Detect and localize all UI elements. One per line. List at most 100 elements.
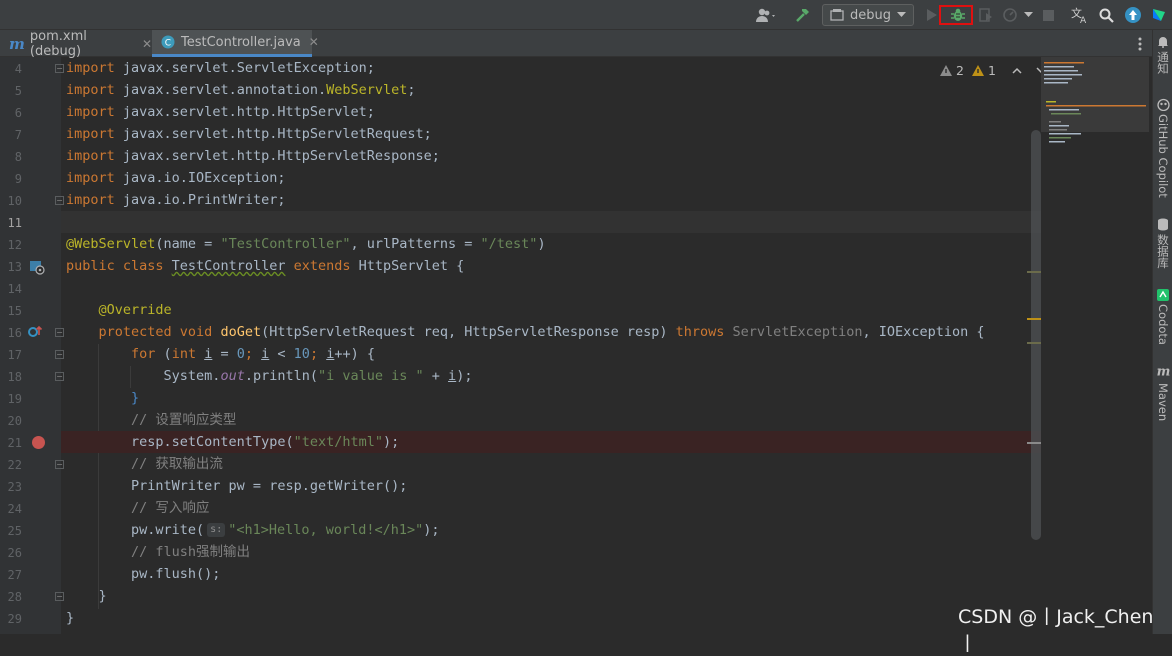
line-number: 13 bbox=[7, 260, 22, 274]
close-icon[interactable]: ✕ bbox=[309, 35, 319, 49]
profile-icon[interactable] bbox=[1000, 0, 1020, 30]
code-line[interactable]: protected void doGet(HttpServletRequest … bbox=[61, 321, 1041, 343]
more-options-icon[interactable] bbox=[1130, 30, 1150, 57]
line-number: 24 bbox=[7, 502, 22, 516]
code-line[interactable]: public class TestController extends Http… bbox=[61, 255, 1041, 277]
code-line[interactable]: import javax.servlet.annotation.WebServl… bbox=[61, 79, 1041, 101]
code-token: ( bbox=[163, 346, 172, 362]
code-token: import bbox=[66, 170, 115, 186]
code-line[interactable]: import java.io.PrintWriter; bbox=[61, 189, 1041, 211]
run-configuration-select[interactable]: debug bbox=[822, 4, 914, 26]
line-number: 5 bbox=[14, 84, 22, 98]
code-token: = bbox=[212, 346, 237, 362]
more-run-options-chevron-icon[interactable] bbox=[1021, 0, 1035, 30]
code-comment: // 设置响应类型 bbox=[66, 412, 237, 428]
code-token: java.io.IOException; bbox=[114, 170, 286, 186]
code-line[interactable]: import javax.servlet.http.HttpServletRes… bbox=[61, 145, 1041, 167]
code-comment: // 获取输出流 bbox=[66, 456, 223, 472]
servlet-gutter-icon[interactable] bbox=[29, 259, 45, 279]
error-stripe[interactable] bbox=[1027, 57, 1041, 634]
code-token: "/test" bbox=[480, 236, 538, 252]
code-line[interactable]: } bbox=[61, 607, 1041, 629]
copilot-icon bbox=[1156, 98, 1170, 111]
build-hammer-icon[interactable] bbox=[792, 0, 814, 30]
line-number: 17 bbox=[7, 348, 22, 362]
code-line[interactable]: // 设置响应类型 bbox=[61, 409, 1041, 431]
tab-pom-xml[interactable]: m pom.xml (debug) ✕ bbox=[0, 29, 152, 59]
chevron-down-icon bbox=[897, 12, 906, 18]
breakpoint-code-line[interactable]: resp.setContentType("text/html"); bbox=[61, 431, 1041, 453]
code-token: "text/html" bbox=[293, 434, 383, 450]
line-number: 14 bbox=[7, 282, 22, 296]
svg-text:A: A bbox=[1080, 16, 1087, 24]
code-token: javax.servlet.http.HttpServlet; bbox=[114, 104, 375, 120]
code-line[interactable]: for (int i = 0; i < 10; i++) { bbox=[61, 343, 1041, 365]
code-token: } bbox=[66, 390, 140, 406]
user-icon[interactable] bbox=[752, 0, 780, 30]
code-line[interactable]: // 写入响应 bbox=[61, 497, 1041, 519]
update-icon[interactable] bbox=[1122, 0, 1144, 30]
previous-highlight-icon[interactable] bbox=[1012, 67, 1022, 74]
code-token: "<h1>Hello, world!</h1>" bbox=[228, 522, 424, 538]
line-number: 25 bbox=[7, 524, 22, 538]
code-token: ; bbox=[407, 82, 416, 98]
line-number: 15 bbox=[7, 304, 22, 318]
code-line[interactable]: import java.io.IOException; bbox=[61, 167, 1041, 189]
code-line[interactable]: pw.flush(); bbox=[61, 563, 1041, 585]
line-number: 21 bbox=[7, 436, 22, 450]
config-type-icon bbox=[830, 8, 844, 22]
code-line[interactable]: @Override bbox=[61, 299, 1041, 321]
code-line[interactable]: System.out.println("i value is " + i); bbox=[61, 365, 1041, 387]
stop-icon[interactable] bbox=[1039, 0, 1057, 30]
code-token: } bbox=[66, 588, 107, 604]
code-line[interactable]: import javax.servlet.ServletException; bbox=[61, 57, 1041, 79]
code-minimap[interactable] bbox=[1041, 57, 1152, 634]
tab-test-controller[interactable]: C TestController.java ✕ bbox=[152, 30, 319, 57]
run-with-coverage-icon[interactable] bbox=[976, 0, 996, 30]
database-icon bbox=[1157, 218, 1169, 231]
code-line[interactable]: // 获取输出流 bbox=[61, 453, 1041, 475]
line-number: 27 bbox=[7, 568, 22, 582]
code-line[interactable]: pw.write(s: "<h1>Hello, world!</h1>"); bbox=[61, 519, 1041, 541]
code-line[interactable]: } bbox=[61, 387, 1041, 409]
tool-window-label: 通知 bbox=[1156, 51, 1170, 74]
tool-window-maven[interactable]: m Maven bbox=[1153, 364, 1172, 421]
code-token: (name = bbox=[155, 236, 221, 252]
code-token: ; bbox=[309, 346, 327, 362]
bell-icon bbox=[1157, 36, 1169, 48]
code-editor[interactable]: import javax.servlet.ServletException; i… bbox=[61, 57, 1041, 634]
code-line[interactable]: PrintWriter pw = resp.getWriter(); bbox=[61, 475, 1041, 497]
current-code-line[interactable] bbox=[61, 211, 1041, 233]
code-line[interactable]: } bbox=[61, 585, 1041, 607]
debug-bug-icon[interactable] bbox=[946, 0, 970, 30]
close-icon[interactable]: ✕ bbox=[142, 37, 152, 51]
tool-window-github-copilot[interactable]: GitHub Copilot bbox=[1153, 98, 1172, 198]
code-line[interactable]: @WebServlet(name = "TestController", url… bbox=[61, 233, 1041, 255]
tool-window-database[interactable]: 数据库 bbox=[1153, 218, 1172, 269]
weak-warning-icon bbox=[971, 64, 984, 76]
code-token: import bbox=[66, 82, 115, 98]
editor-gutter[interactable]: 4 5 6 7 8 9 10 11 12 13 14 15 16 17 18 1… bbox=[0, 57, 64, 634]
jetbrains-toolbox-icon[interactable] bbox=[1148, 0, 1170, 30]
code-token: i bbox=[448, 368, 457, 384]
warning-count: 2 bbox=[956, 62, 964, 78]
line-number: 19 bbox=[7, 392, 22, 406]
tool-window-notifications[interactable]: 通知 bbox=[1153, 36, 1172, 74]
code-token: import bbox=[66, 104, 115, 120]
tool-window-codota[interactable]: Codota bbox=[1153, 289, 1172, 345]
override-method-icon[interactable] bbox=[27, 324, 43, 343]
code-line[interactable]: import javax.servlet.http.HttpServlet; bbox=[61, 101, 1041, 123]
code-line[interactable]: import javax.servlet.http.HttpServletReq… bbox=[61, 123, 1041, 145]
search-icon[interactable] bbox=[1096, 0, 1116, 30]
code-token: protected void bbox=[66, 324, 221, 340]
run-icon[interactable] bbox=[924, 0, 940, 30]
translate-icon[interactable]: 文A bbox=[1068, 0, 1092, 30]
code-line[interactable]: // flush强制输出 bbox=[61, 541, 1041, 563]
code-token: javax.servlet.annotation. bbox=[114, 82, 327, 98]
code-token: doGet bbox=[220, 324, 262, 340]
code-token: java.io.PrintWriter; bbox=[114, 192, 286, 208]
code-token: 0 bbox=[236, 346, 245, 362]
maven-icon: m bbox=[1156, 364, 1170, 380]
code-token: for bbox=[66, 346, 164, 362]
breakpoint-icon[interactable] bbox=[32, 436, 45, 449]
